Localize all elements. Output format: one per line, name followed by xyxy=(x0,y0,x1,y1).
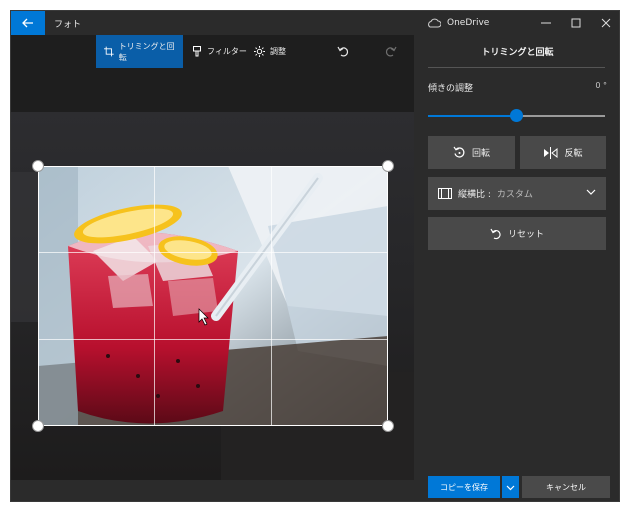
onedrive-icon xyxy=(428,18,441,28)
tilt-slider-thumb[interactable] xyxy=(510,109,523,122)
crop-grid-line xyxy=(271,166,272,426)
reset-label: リセット xyxy=(507,230,544,240)
tab-filters-label: フィルター xyxy=(207,47,247,56)
close-button[interactable] xyxy=(591,11,619,35)
tilt-label: 傾きの調整 xyxy=(428,84,474,94)
edit-toolbar: トリミングと回転 フィルター 調整 xyxy=(11,35,414,68)
back-button[interactable] xyxy=(11,11,45,35)
flip-button[interactable]: 反転 xyxy=(520,136,606,169)
crop-grid-line xyxy=(154,166,155,426)
crop-handle-top-right[interactable] xyxy=(382,160,394,172)
redo-button[interactable] xyxy=(383,43,399,59)
reset-button[interactable]: リセット xyxy=(428,217,606,250)
tilt-value: 0 ° xyxy=(595,81,607,90)
back-arrow-icon xyxy=(22,18,33,28)
crop-rotate-panel: トリミングと回転 傾きの調整 0 ° 回転 反転 縦横比: カスタム リセット… xyxy=(414,35,619,501)
panel-divider xyxy=(428,67,605,68)
aspect-ratio-dropdown[interactable]: 縦横比 : カスタム xyxy=(428,177,606,210)
adjust-icon xyxy=(254,46,265,57)
edit-canvas: トリミングと回転 フィルター 調整 xyxy=(11,35,414,501)
filter-icon xyxy=(193,46,201,57)
rotate-label: 回転 xyxy=(471,149,490,159)
aspect-ratio-icon xyxy=(438,188,452,199)
save-copy-button[interactable]: コピーを保存 xyxy=(428,476,500,498)
aspect-ratio-label: 縦横比 : xyxy=(458,190,491,200)
minimize-button[interactable] xyxy=(531,11,561,35)
crop-icon xyxy=(104,46,114,57)
crop-frame xyxy=(38,166,388,426)
tab-adjust-label: 調整 xyxy=(270,47,286,56)
save-options-dropdown[interactable] xyxy=(502,476,519,498)
flip-label: 反転 xyxy=(564,149,583,159)
maximize-button[interactable] xyxy=(561,11,591,35)
undo-icon xyxy=(337,46,349,57)
rotate-icon xyxy=(453,146,465,158)
tab-crop-rotate-label: トリミングと回転 xyxy=(118,41,175,62)
tab-crop-rotate[interactable]: トリミングと回転 xyxy=(96,35,183,68)
app-title: フォト xyxy=(54,19,82,30)
aspect-ratio-value: カスタム xyxy=(496,190,533,200)
undo-button[interactable] xyxy=(335,43,351,59)
redo-icon xyxy=(385,46,397,57)
minimize-icon xyxy=(541,22,551,24)
onedrive-label: OneDrive xyxy=(447,18,490,28)
crop-handle-bottom-left[interactable] xyxy=(32,420,44,432)
crop-grid-line xyxy=(38,339,388,340)
cancel-button[interactable]: キャンセル xyxy=(522,476,610,498)
rotate-button[interactable]: 回転 xyxy=(428,136,515,169)
crop-grid-line xyxy=(38,252,388,253)
flip-icon xyxy=(544,146,558,159)
onedrive-status[interactable]: OneDrive xyxy=(427,11,489,35)
chevron-down-icon xyxy=(586,189,596,195)
canvas-bottom-bar xyxy=(11,480,414,501)
chevron-down-icon xyxy=(506,485,515,490)
close-icon xyxy=(601,18,611,28)
crop-handle-top-left[interactable] xyxy=(32,160,44,172)
tab-adjust[interactable]: 調整 xyxy=(254,35,286,68)
crop-handle-bottom-right[interactable] xyxy=(382,420,394,432)
tab-filters[interactable]: フィルター xyxy=(192,35,247,68)
title-bar: フォト OneDrive xyxy=(11,11,619,35)
tilt-slider-fill xyxy=(428,115,517,117)
photos-window: フォト OneDrive トリミングと回転 フィルター 調整 トリミングと回転 … xyxy=(10,10,620,502)
panel-title: トリミングと回転 xyxy=(481,48,554,58)
reset-icon xyxy=(490,228,501,239)
maximize-icon xyxy=(571,18,581,28)
